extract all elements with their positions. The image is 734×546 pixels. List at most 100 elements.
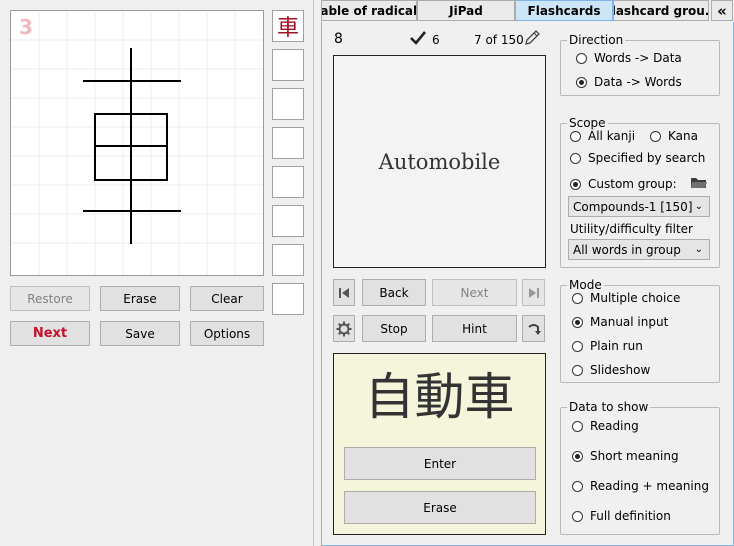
radio-custom-group[interactable]: Custom group: — [570, 177, 677, 191]
candidate-slot[interactable] — [272, 244, 304, 276]
mode-group: Mode Multiple choice Manual input Plain … — [560, 278, 720, 383]
checkmark-icon — [409, 29, 427, 50]
radio-multiple-choice[interactable]: Multiple choice — [572, 291, 680, 305]
radio-specified-by-search[interactable]: Specified by search — [570, 151, 705, 165]
radio-reading-meaning[interactable]: Reading + meaning — [572, 479, 709, 493]
card-position: 7 of 150 — [474, 33, 524, 47]
edit-pencil-icon[interactable] — [523, 29, 541, 50]
candidate-slot[interactable] — [272, 205, 304, 237]
radio-manual-input[interactable]: Manual input — [572, 315, 668, 329]
tab-flashcards[interactable]: Flashcards — [515, 0, 613, 21]
erase-answer-button[interactable]: Erase — [344, 491, 536, 524]
candidate-kanji-1[interactable]: 車 — [272, 10, 304, 42]
drawing-canvas[interactable]: 3 — [10, 10, 264, 276]
radio-dot — [572, 450, 583, 462]
candidate-slot[interactable] — [272, 88, 304, 120]
next-candidates-button[interactable]: Next — [10, 321, 90, 346]
radio-label: Data -> Words — [594, 75, 682, 89]
answer-panel: 自動車 Enter Erase — [333, 353, 546, 535]
options-button[interactable]: Options — [190, 321, 264, 346]
folder-icon[interactable] — [691, 176, 707, 192]
skip-first-icon — [339, 287, 349, 298]
radio-slideshow[interactable]: Slideshow — [572, 363, 650, 377]
first-card-button[interactable] — [333, 279, 355, 306]
radio-dot — [576, 76, 587, 88]
radio-all-kanji[interactable]: All kanji — [570, 129, 635, 143]
settings-button[interactable] — [333, 315, 355, 342]
data-to-show-group: Data to show Reading Short meaning Readi… — [560, 400, 720, 535]
radio-data-to-words[interactable]: Data -> Words — [576, 75, 682, 89]
group-select[interactable]: Compounds-1 [150] ⌄ — [568, 196, 710, 217]
radio-label: Short meaning — [590, 449, 679, 463]
last-card-button[interactable] — [522, 279, 545, 306]
collapse-panel-icon[interactable]: « — [711, 0, 733, 21]
radio-words-to-data[interactable]: Words -> Data — [576, 51, 682, 65]
next-card-button[interactable]: Next — [432, 279, 517, 306]
tab-table-of-radicals[interactable]: Table of radicals — [321, 0, 417, 21]
erase-stroke-button[interactable]: Erase — [100, 286, 180, 311]
radio-dot — [572, 420, 583, 432]
card-number: 8 — [334, 31, 343, 47]
radio-dot — [572, 340, 583, 352]
flip-card-button[interactable] — [522, 315, 545, 342]
radio-dot — [572, 480, 583, 492]
radio-label: Multiple choice — [590, 291, 681, 305]
stroke-count: 3 — [19, 15, 33, 39]
chevron-down-icon: ⌄ — [694, 201, 703, 212]
radio-plain-run[interactable]: Plain run — [572, 339, 643, 353]
correct-count: 6 — [432, 33, 440, 47]
radio-label: Specified by search — [588, 151, 706, 165]
prompt-text: Automobile — [378, 149, 501, 174]
radio-label: Reading — [590, 419, 639, 433]
filter-select-value: All words in group — [573, 242, 681, 257]
radio-dot — [570, 130, 581, 142]
candidate-slot[interactable] — [272, 127, 304, 159]
radio-kana[interactable]: Kana — [650, 129, 698, 143]
direction-title: Direction — [567, 33, 626, 47]
radio-short-meaning[interactable]: Short meaning — [572, 449, 679, 463]
hint-button[interactable]: Hint — [432, 315, 517, 342]
group-select-value: Compounds-1 [150] — [573, 199, 693, 214]
save-button[interactable]: Save — [100, 321, 180, 346]
filter-label: Utility/difficulty filter — [570, 222, 693, 236]
enter-button[interactable]: Enter — [344, 447, 536, 480]
radio-reading[interactable]: Reading — [572, 419, 639, 433]
radio-label: All kanji — [588, 129, 636, 143]
redo-arrow-icon — [527, 323, 541, 335]
radio-label: Words -> Data — [594, 51, 682, 65]
radio-dot — [576, 52, 587, 64]
candidate-slot[interactable] — [272, 49, 304, 81]
radio-dot — [570, 178, 581, 190]
direction-group: Direction Words -> Data Data -> Words — [560, 33, 720, 96]
tab-bar: Table of radicals JiPad Flashcards Flash… — [321, 0, 734, 22]
radio-full-definition[interactable]: Full definition — [572, 509, 671, 523]
radio-label: Plain run — [590, 339, 643, 353]
tab-flashcard-groups[interactable]: Flashcard grou... — [613, 0, 709, 21]
back-button[interactable]: Back — [362, 279, 426, 306]
radio-dot — [572, 364, 583, 376]
gear-icon — [336, 321, 352, 336]
candidate-slot[interactable] — [272, 166, 304, 198]
answer-kanji: 自動車 — [364, 368, 515, 426]
drawing-grid — [11, 11, 263, 275]
radio-dot — [572, 292, 583, 304]
radio-dot — [572, 316, 583, 328]
restore-button[interactable]: Restore — [10, 286, 90, 311]
stop-button[interactable]: Stop — [362, 315, 426, 342]
radio-dot — [650, 130, 661, 142]
candidate-slot[interactable] — [272, 283, 304, 315]
radio-label: Slideshow — [590, 363, 651, 377]
drawn-strokes — [83, 48, 181, 244]
mode-title: Mode — [567, 278, 604, 292]
radio-label: Full definition — [590, 509, 671, 523]
tab-jipad[interactable]: JiPad — [417, 0, 515, 21]
clear-button[interactable]: Clear — [190, 286, 264, 311]
data-to-show-title: Data to show — [567, 400, 651, 414]
radio-label: Manual input — [590, 315, 669, 329]
scope-group: Scope All kanji Kana Specified by search… — [560, 116, 720, 268]
candidate-list: 車 — [272, 10, 304, 316]
chevron-down-icon: ⌄ — [694, 244, 703, 255]
filter-select[interactable]: All words in group ⌄ — [568, 239, 710, 260]
scope-title: Scope — [567, 116, 608, 130]
skip-last-icon — [528, 287, 539, 298]
